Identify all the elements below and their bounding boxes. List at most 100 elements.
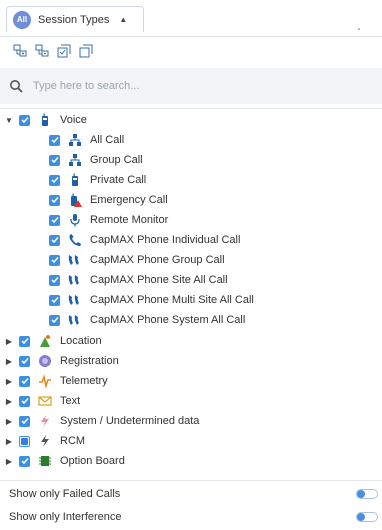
network-icon [68,153,82,167]
checkbox[interactable] [49,194,60,206]
tree-group-system-undetermined[interactable]: ▶ System / Undetermined data [4,411,199,431]
expand-toggle-icon[interactable]: ▼ [4,116,14,125]
checkbox[interactable] [19,375,30,387]
search-bar [0,68,382,104]
location-icon [38,334,52,348]
radio-icon [38,113,52,127]
expand-toggle-icon[interactable]: ▶ [4,397,14,406]
tree-item-label: Location [60,335,102,347]
session-types-label: Session Types [38,13,110,26]
tree-item-label: System / Undetermined data [60,415,200,427]
caret-up-icon: ▲ [119,15,128,24]
radio-icon [68,173,82,187]
expand-toggle-icon[interactable]: ▶ [4,437,14,446]
registration-icon [38,354,52,368]
tree-item-label: Remote Monitor [90,214,169,226]
tree-group-text[interactable]: ▶ Text [4,391,80,411]
tree-item-label: CapMAX Phone System All Call [90,314,246,326]
session-type-tree: ▼ Voice All Call Group Call Private Call… [0,108,382,479]
multi-phone-icon [68,313,82,327]
checkbox[interactable] [19,114,30,126]
multi-phone-icon [68,273,82,287]
multi-phone-icon [68,253,82,267]
tree-item-label: Telemetry [60,375,108,387]
tree-item-label: CapMAX Phone Multi Site All Call [90,294,254,306]
checkbox[interactable] [19,355,30,367]
network-icon [68,133,82,147]
checkbox[interactable] [49,154,60,166]
tree-item-capmax-individual[interactable]: CapMAX Phone Individual Call [49,230,240,250]
tree-item-private-call[interactable]: Private Call [49,170,146,190]
checkbox[interactable] [49,174,60,186]
lightning-icon [38,434,52,448]
tree-item-capmax-multi-site[interactable]: CapMAX Phone Multi Site All Call [49,290,254,310]
tree-item-label: Emergency Call [90,194,168,206]
option-label: Show only Interference [9,511,122,523]
emergency-radio-icon [68,193,82,207]
checkbox[interactable] [49,294,60,306]
tree-item-label: CapMAX Phone Group Call [90,254,225,266]
checkbox[interactable] [49,254,60,266]
tree-item-label: Private Call [90,174,147,186]
tree-group-rcm[interactable]: ▶ RCM [4,431,85,451]
tree-item-label: Registration [60,355,119,367]
lightning-icon [38,414,52,428]
tree-item-label: CapMAX Phone Individual Call [90,234,241,246]
all-badge: All [13,10,31,29]
checkbox[interactable] [19,455,30,467]
phone-icon [68,233,82,247]
tree-item-capmax-group[interactable]: CapMAX Phone Group Call [49,250,225,270]
tree-item-group-call[interactable]: Group Call [49,150,143,170]
checkbox[interactable] [19,415,30,427]
search-input[interactable] [31,79,365,93]
tree-item-all-call[interactable]: All Call [49,130,124,150]
checkbox[interactable] [49,314,60,326]
multi-phone-icon [68,293,82,307]
expand-toggle-icon[interactable]: ▶ [4,417,14,426]
checkbox[interactable] [49,134,60,146]
tree-item-label: Voice [60,114,87,126]
tree-toolbar [0,36,382,66]
tree-group-registration[interactable]: ▶ Registration [4,351,119,371]
expand-toggle-icon[interactable]: ▶ [4,377,14,386]
tree-item-label: RCM [60,435,86,447]
tree-group-voice[interactable]: ▼ Voice [4,110,87,130]
envelope-icon [38,394,52,408]
tree-item-label: Option Board [60,455,125,467]
expand-toggle-icon[interactable]: ▶ [4,457,14,466]
checkbox[interactable] [19,335,30,347]
checkbox[interactable] [49,274,60,286]
interference-toggle[interactable] [356,512,378,522]
tree-item-label: Group Call [90,154,143,166]
chip-icon [38,454,52,468]
checkbox[interactable] [19,395,30,407]
tree-group-option-board[interactable]: ▶ Option Board [4,451,125,471]
tree-item-capmax-site-all[interactable]: CapMAX Phone Site All Call [49,270,228,290]
tree-item-label: CapMAX Phone Site All Call [90,274,228,286]
tree-item-emergency-call[interactable]: Emergency Call [49,190,168,210]
tree-group-location[interactable]: ▶ Location [4,331,102,351]
session-types-header: All Session Types ▲ [0,0,382,37]
deselect-all-icon[interactable] [79,44,93,58]
checkbox[interactable] [49,214,60,226]
option-label: Show only Failed Calls [9,488,121,500]
option-interference: Show only Interference [0,506,382,528]
search-icon [9,79,23,93]
collapse-all-icon[interactable] [35,44,49,58]
tree-item-label: All Call [90,134,125,146]
session-types-dropdown[interactable]: All Session Types ▲ [6,6,144,32]
telemetry-icon [38,374,52,388]
expand-toggle-icon[interactable]: ▶ [4,357,14,366]
checkbox-partial[interactable] [19,435,30,447]
filter-options: Show only Failed Calls Show only Interfe… [0,480,382,530]
option-failed-calls: Show only Failed Calls [0,483,382,505]
microphone-icon [68,213,82,227]
expand-toggle-icon[interactable]: ▶ [4,337,14,346]
checkbox[interactable] [49,234,60,246]
failed-calls-toggle[interactable] [356,489,378,499]
tree-item-capmax-system-all[interactable]: CapMAX Phone System All Call [49,310,245,330]
expand-all-icon[interactable] [13,44,27,58]
select-all-icon[interactable] [57,44,71,58]
tree-item-remote-monitor[interactable]: Remote Monitor [49,210,168,230]
tree-group-telemetry[interactable]: ▶ Telemetry [4,371,108,391]
